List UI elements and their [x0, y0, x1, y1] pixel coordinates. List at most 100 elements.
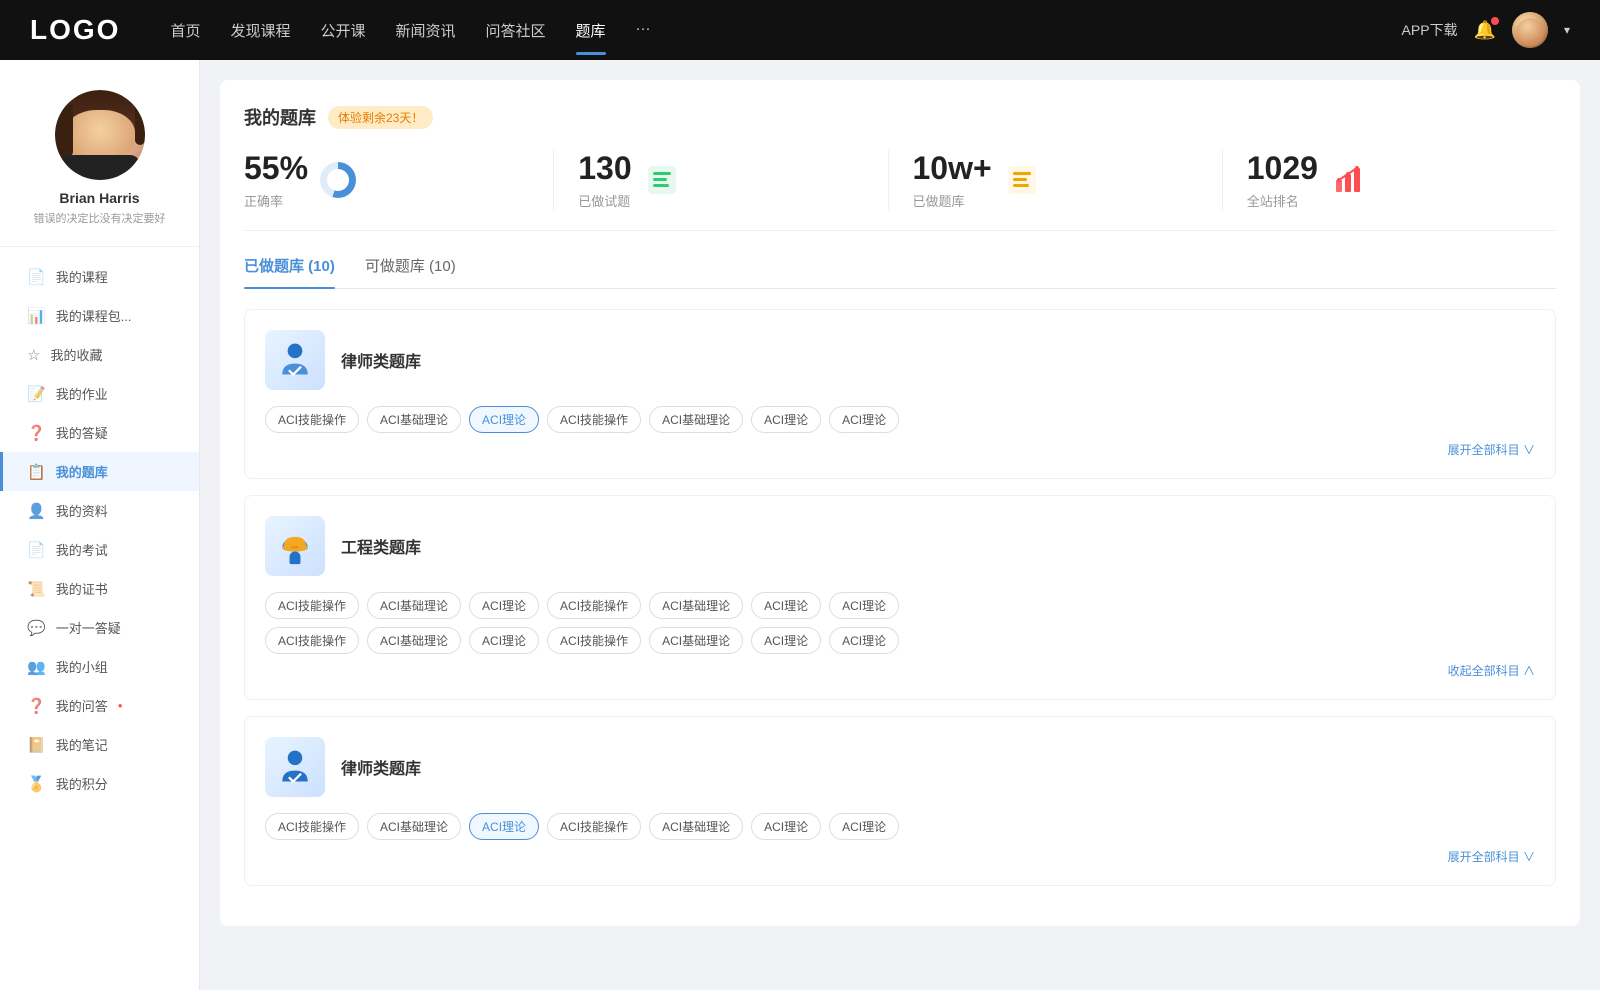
- tag-eng2-3[interactable]: ACI技能操作: [547, 627, 641, 654]
- sidebar-item-one-on-one[interactable]: 💬 一对一答疑: [0, 608, 199, 647]
- tag-lawyer2-6[interactable]: ACI理论: [829, 813, 899, 840]
- tag-eng-3[interactable]: ACI技能操作: [547, 592, 641, 619]
- notes-icon: 📔: [27, 736, 46, 754]
- logo: LOGO: [30, 14, 120, 46]
- tag-eng-5[interactable]: ACI理论: [751, 592, 821, 619]
- tag-eng2-4[interactable]: ACI基础理论: [649, 627, 743, 654]
- tag-lawyer2-4[interactable]: ACI基础理论: [649, 813, 743, 840]
- sidebar-item-my-points[interactable]: 🏅 我的积分: [0, 764, 199, 803]
- sidebar-item-my-certificates[interactable]: 📜 我的证书: [0, 569, 199, 608]
- sidebar-item-label: 我的问答: [56, 696, 108, 715]
- nav-open-course[interactable]: 公开课: [320, 16, 365, 45]
- lawyer-icon-svg: [275, 340, 315, 380]
- bank-expand-lawyer-1[interactable]: 展开全部科目 ∨: [265, 441, 1535, 458]
- group-icon: 👥: [27, 658, 46, 676]
- navbar-right: APP下载 🔔 ▾: [1402, 12, 1570, 48]
- tag-eng2-2[interactable]: ACI理论: [469, 627, 539, 654]
- lawyer-bank-icon-2: [265, 737, 325, 797]
- tag-lawyer2-2[interactable]: ACI理论: [469, 813, 539, 840]
- tag-eng-4[interactable]: ACI基础理论: [649, 592, 743, 619]
- nav-home[interactable]: 首页: [170, 16, 200, 45]
- tag-lawyer2-3[interactable]: ACI技能操作: [547, 813, 641, 840]
- tag-eng-1[interactable]: ACI基础理论: [367, 592, 461, 619]
- sidebar-menu: 📄 我的课程 📊 我的课程包... ☆ 我的收藏 📝 我的作业 ❓ 我的答疑 📋: [0, 257, 199, 803]
- notification-bell[interactable]: 🔔: [1474, 20, 1496, 41]
- lawyer-icon-svg-2: [275, 747, 315, 787]
- sidebar-item-my-homework[interactable]: 📝 我的作业: [0, 374, 199, 413]
- tag-eng2-0[interactable]: ACI技能操作: [265, 627, 359, 654]
- user-dropdown-arrow[interactable]: ▾: [1564, 23, 1570, 37]
- sidebar-item-my-packages[interactable]: 📊 我的课程包...: [0, 296, 199, 335]
- tag-eng2-5[interactable]: ACI理论: [751, 627, 821, 654]
- sidebar-item-label: 我的考试: [56, 540, 108, 559]
- tag-lawyer2-0[interactable]: ACI技能操作: [265, 813, 359, 840]
- tag-eng2-6[interactable]: ACI理论: [829, 627, 899, 654]
- sidebar-item-label: 我的作业: [56, 384, 108, 403]
- main-layout: Brian Harris 错误的决定比没有决定要好 📄 我的课程 📊 我的课程包…: [0, 60, 1600, 990]
- certificates-icon: 📜: [27, 580, 46, 598]
- questionbank-icon: 📋: [27, 463, 46, 481]
- tag-lawyer-1-5[interactable]: ACI理论: [751, 406, 821, 433]
- tag-lawyer-1-6[interactable]: ACI理论: [829, 406, 899, 433]
- engineer-icon-svg: [275, 526, 315, 566]
- nav-more[interactable]: ···: [636, 16, 651, 45]
- profile-icon: 👤: [27, 502, 46, 520]
- sidebar-item-my-questions[interactable]: ❓ 我的问答●: [0, 686, 199, 725]
- stat-done-questions: 130 已做试题: [554, 150, 888, 210]
- sidebar-item-my-courses[interactable]: 📄 我的课程: [0, 257, 199, 296]
- sidebar-item-label: 我的收藏: [50, 345, 102, 364]
- bank-card-lawyer-1-header: 律师类题库: [265, 330, 1535, 390]
- sidebar-item-my-favorites[interactable]: ☆ 我的收藏: [0, 335, 199, 374]
- sidebar-item-my-profile[interactable]: 👤 我的资料: [0, 491, 199, 530]
- tag-eng-2[interactable]: ACI理论: [469, 592, 539, 619]
- nav-questionbank[interactable]: 题库: [576, 16, 606, 45]
- tag-lawyer2-5[interactable]: ACI理论: [751, 813, 821, 840]
- sidebar-avatar: [55, 90, 145, 180]
- stat-accuracy: 55% 正确率: [244, 150, 554, 210]
- bank-expand-lawyer-2[interactable]: 展开全部科目 ∨: [265, 848, 1535, 865]
- stat-number-done-questions: 130 已做试题: [578, 150, 631, 210]
- one-on-one-icon: 💬: [27, 619, 46, 637]
- bank-tags-lawyer-2: ACI技能操作 ACI基础理论 ACI理论 ACI技能操作 ACI基础理论 AC…: [265, 813, 1535, 840]
- sidebar-item-my-exams[interactable]: 📄 我的考试: [0, 530, 199, 569]
- sidebar-item-label: 我的证书: [56, 579, 108, 598]
- questions-icon: ❓: [27, 697, 46, 715]
- stat-number-rank: 1029 全站排名: [1247, 150, 1318, 210]
- nav-qa[interactable]: 问答社区: [486, 16, 546, 45]
- tag-lawyer-1-4[interactable]: ACI基础理论: [649, 406, 743, 433]
- tag-lawyer-1-2[interactable]: ACI理论: [469, 406, 539, 433]
- tag-lawyer-1-1[interactable]: ACI基础理论: [367, 406, 461, 433]
- exams-icon: 📄: [27, 541, 46, 559]
- sidebar-item-my-qa[interactable]: ❓ 我的答疑: [0, 413, 199, 452]
- page-header: 我的题库 体验剩余23天！: [244, 104, 1556, 130]
- bank-tags-engineer-row2: ACI技能操作 ACI基础理论 ACI理论 ACI技能操作 ACI基础理论 AC…: [265, 627, 1535, 654]
- nav-discover[interactable]: 发现课程: [230, 16, 290, 45]
- points-icon: 🏅: [27, 775, 46, 793]
- user-avatar-nav[interactable]: [1512, 12, 1548, 48]
- list-yellow-svg: [1006, 164, 1038, 196]
- tag-lawyer-1-0[interactable]: ACI技能操作: [265, 406, 359, 433]
- tab-available-banks[interactable]: 可做题库 (10): [365, 255, 456, 288]
- tag-eng-6[interactable]: ACI理论: [829, 592, 899, 619]
- tag-eng2-1[interactable]: ACI基础理论: [367, 627, 461, 654]
- main-content: 我的题库 体验剩余23天！ 55% 正确率: [200, 60, 1600, 990]
- tag-lawyer-1-3[interactable]: ACI技能操作: [547, 406, 641, 433]
- sidebar-item-my-group[interactable]: 👥 我的小组: [0, 647, 199, 686]
- sidebar-item-my-questionbank[interactable]: 📋 我的题库: [0, 452, 199, 491]
- stat-rank: 1029 全站排名: [1223, 150, 1556, 210]
- app-download-link[interactable]: APP下载: [1402, 20, 1458, 40]
- tab-done-banks[interactable]: 已做题库 (10): [244, 255, 335, 288]
- avatar-image: [1512, 12, 1548, 48]
- qa-icon: ❓: [27, 424, 46, 442]
- trial-badge: 体验剩余23天！: [328, 106, 433, 129]
- bank-collapse-engineer[interactable]: 收起全部科目 ∧: [265, 662, 1535, 679]
- tag-lawyer2-1[interactable]: ACI基础理论: [367, 813, 461, 840]
- bank-name-lawyer-1: 律师类题库: [341, 348, 421, 372]
- bank-card-lawyer-2-header: 律师类题库: [265, 737, 1535, 797]
- bank-tags-engineer-row1: ACI技能操作 ACI基础理论 ACI理论 ACI技能操作 ACI基础理论 AC…: [265, 592, 1535, 619]
- nav-news[interactable]: 新闻资讯: [396, 16, 456, 45]
- sidebar-item-my-notes[interactable]: 📔 我的笔记: [0, 725, 199, 764]
- tag-eng-0[interactable]: ACI技能操作: [265, 592, 359, 619]
- lawyer-bank-icon-1: [265, 330, 325, 390]
- nav-menu: 首页 发现课程 公开课 新闻资讯 问答社区 题库 ···: [170, 16, 1401, 45]
